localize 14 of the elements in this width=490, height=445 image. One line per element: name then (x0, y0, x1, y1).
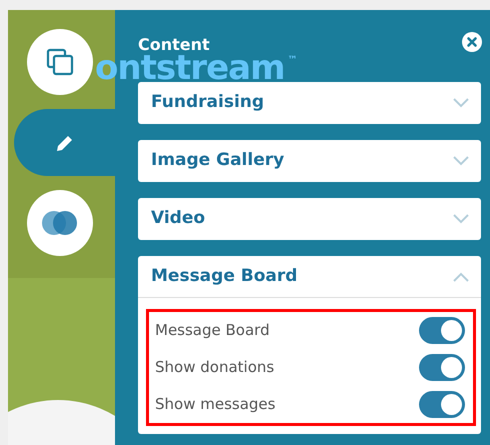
accordion-header[interactable]: Fundraising (151, 90, 264, 116)
overlapping-circles-icon (42, 210, 78, 236)
accordion-header[interactable]: Message Board (151, 264, 298, 290)
copy-icon (46, 48, 74, 76)
close-icon[interactable] (462, 32, 482, 52)
toggle-label: Show messages (155, 394, 276, 416)
toggle-switch[interactable] (419, 317, 465, 344)
toggle-label: Show donations (155, 357, 274, 378)
accordion-header[interactable]: Image Gallery (151, 148, 284, 174)
toggle-label: Message Board (155, 320, 270, 342)
accordion-header[interactable]: Video (151, 206, 206, 232)
trademark-sign: ™ (288, 56, 297, 66)
toggle-switch[interactable] (419, 354, 465, 381)
toggle-switch[interactable] (419, 391, 465, 418)
